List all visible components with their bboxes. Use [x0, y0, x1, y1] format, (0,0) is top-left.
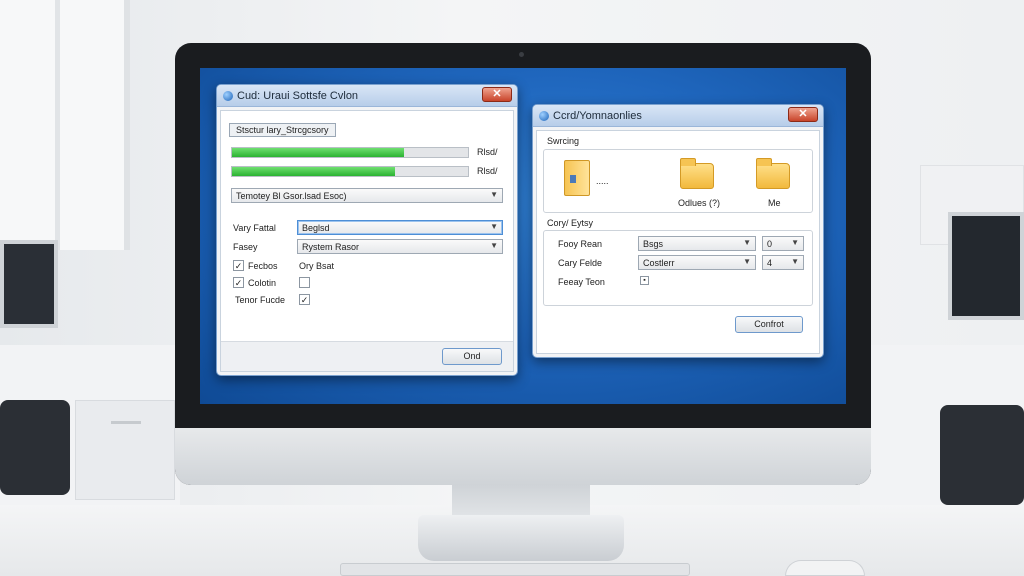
- background-monitor-right: [948, 212, 1024, 320]
- checkbox-colotin[interactable]: ✓: [233, 277, 244, 288]
- checkbox-tenor-right[interactable]: ✓: [299, 294, 310, 305]
- chevron-down-icon: ▼: [743, 257, 751, 266]
- checkbox-colotin-right[interactable]: [299, 277, 310, 288]
- file-placeholder-dots: .....: [596, 176, 609, 186]
- monitor-stand-neck: [452, 485, 590, 515]
- section-label-copy: Cory/ Eytsy: [547, 218, 594, 228]
- copy-settings-group: Fooy Rean Bsgs ▼ 0 ▼ Cary Felde Costlerr…: [543, 230, 813, 306]
- folder-icon[interactable]: [756, 158, 790, 189]
- confirm-button[interactable]: Confrot: [735, 316, 803, 333]
- settings-dialog-title: Cud: Uraui Sottsfe Cvlon: [237, 89, 359, 102]
- copy-value-dropdown-2[interactable]: Costlerr ▼: [638, 255, 756, 270]
- copy-row-label-3: Feeay Teon: [558, 277, 605, 287]
- checkbox-feeay-teon[interactable]: ▪: [640, 276, 649, 285]
- monitor-stand-foot: [418, 515, 624, 561]
- close-button[interactable]: ✕: [482, 87, 512, 102]
- document-folder-icon[interactable]: [564, 160, 590, 196]
- chevron-down-icon: ▼: [490, 222, 498, 231]
- copy-value-dropdown-1[interactable]: Bsgs ▼: [638, 236, 756, 251]
- keyboard: [340, 563, 690, 576]
- configuration-dialog-title: Ccrd/Yomnaonlies: [553, 109, 642, 122]
- copy-value-dropdown-2-text: Costlerr: [643, 258, 675, 268]
- value-dropdown-2[interactable]: Rystem Rasor ▼: [297, 239, 503, 254]
- row-label-2: Fasey: [233, 242, 258, 252]
- copy-number-dropdown-2-text: 4: [767, 258, 773, 268]
- ok-button[interactable]: Ond: [442, 348, 502, 365]
- settings-dialog-body: Stsctur lary_Strcgcsory Rlsd/ Rlsd/ Temo…: [220, 110, 514, 372]
- value-dropdown-1[interactable]: Beglsd ▼: [297, 220, 503, 235]
- app-globe-icon: [539, 110, 549, 121]
- copy-number-dropdown-2[interactable]: 4 ▼: [762, 255, 804, 270]
- progress-fill-1: [232, 148, 405, 157]
- chevron-down-icon: ▼: [490, 241, 498, 250]
- office-chair-left: [0, 400, 70, 495]
- copy-number-dropdown-1[interactable]: 0 ▼: [762, 236, 804, 251]
- background-monitor-left: [0, 240, 58, 328]
- settings-dialog-titlebar[interactable]: Cud: Uraui Sottsfe Cvlon ✕: [217, 85, 517, 107]
- chevron-down-icon: ▼: [490, 190, 498, 199]
- mouse: [785, 560, 865, 576]
- section-label-searching: Swrcing: [547, 136, 580, 146]
- checkbox-label-1: Fecbos: [248, 261, 278, 271]
- copy-row-label-1: Fooy Rean: [558, 239, 603, 249]
- copy-row-label-2: Cary Felde: [558, 258, 603, 268]
- app-globe-icon: [223, 90, 233, 101]
- chevron-down-icon: ▼: [791, 257, 799, 266]
- folder-label-2: Me: [768, 198, 781, 208]
- folder-icon[interactable]: [680, 158, 714, 189]
- camera-icon: [519, 52, 524, 57]
- checkbox-right-text-1: Ory Bsat: [299, 261, 335, 271]
- progress-bar-2: [231, 166, 469, 177]
- checkbox-label-3: Tenor Fucde: [235, 295, 286, 305]
- checkbox-label-2: Colotin: [248, 278, 277, 288]
- configuration-dialog-body: Swrcing ..... Odlues (?) Me Cory/ Eytsy …: [536, 130, 820, 354]
- progress-bar-1: [231, 147, 469, 158]
- template-dropdown-value: Temotey Bl Gsor.lsad Esoc): [236, 191, 347, 201]
- file-browser-group: ..... Odlues (?) Me: [543, 149, 813, 213]
- copy-number-dropdown-1-text: 0: [767, 239, 773, 249]
- settings-dialog: Cud: Uraui Sottsfe Cvlon ✕ Stsctur lary_…: [216, 84, 518, 376]
- chevron-down-icon: ▼: [743, 238, 751, 247]
- progress-status-2: Rlsd/: [477, 166, 498, 176]
- close-button[interactable]: ✕: [788, 107, 818, 122]
- progress-fill-2: [232, 167, 395, 176]
- dialog-button-bar: Ond: [221, 341, 513, 371]
- value-dropdown-2-text: Rystem Rasor: [302, 242, 360, 252]
- drawer-cabinet: [75, 400, 175, 500]
- template-dropdown[interactable]: Temotey Bl Gsor.lsad Esoc) ▼: [231, 188, 503, 203]
- configuration-dialog-titlebar[interactable]: Ccrd/Yomnaonlies ✕: [533, 105, 823, 127]
- row-label-1: Vary Fattal: [233, 223, 276, 233]
- section-label: Stsctur lary_Strcgcsory: [229, 123, 336, 137]
- checkbox-fecbos[interactable]: ✓: [233, 260, 244, 271]
- chevron-down-icon: ▼: [791, 238, 799, 247]
- value-dropdown-1-text: Beglsd: [302, 223, 330, 233]
- copy-value-dropdown-1-text: Bsgs: [643, 239, 664, 249]
- office-chair-right: [940, 405, 1024, 505]
- folder-label-1: Odlues (?): [678, 198, 721, 208]
- office-window: [0, 0, 130, 250]
- progress-status-1: Rlsd/: [477, 147, 498, 157]
- monitor-chin: [175, 428, 871, 485]
- desktop-screen: Cud: Uraui Sottsfe Cvlon ✕ Stsctur lary_…: [200, 68, 846, 404]
- configuration-dialog: Ccrd/Yomnaonlies ✕ Swrcing ..... Odlues …: [532, 104, 824, 358]
